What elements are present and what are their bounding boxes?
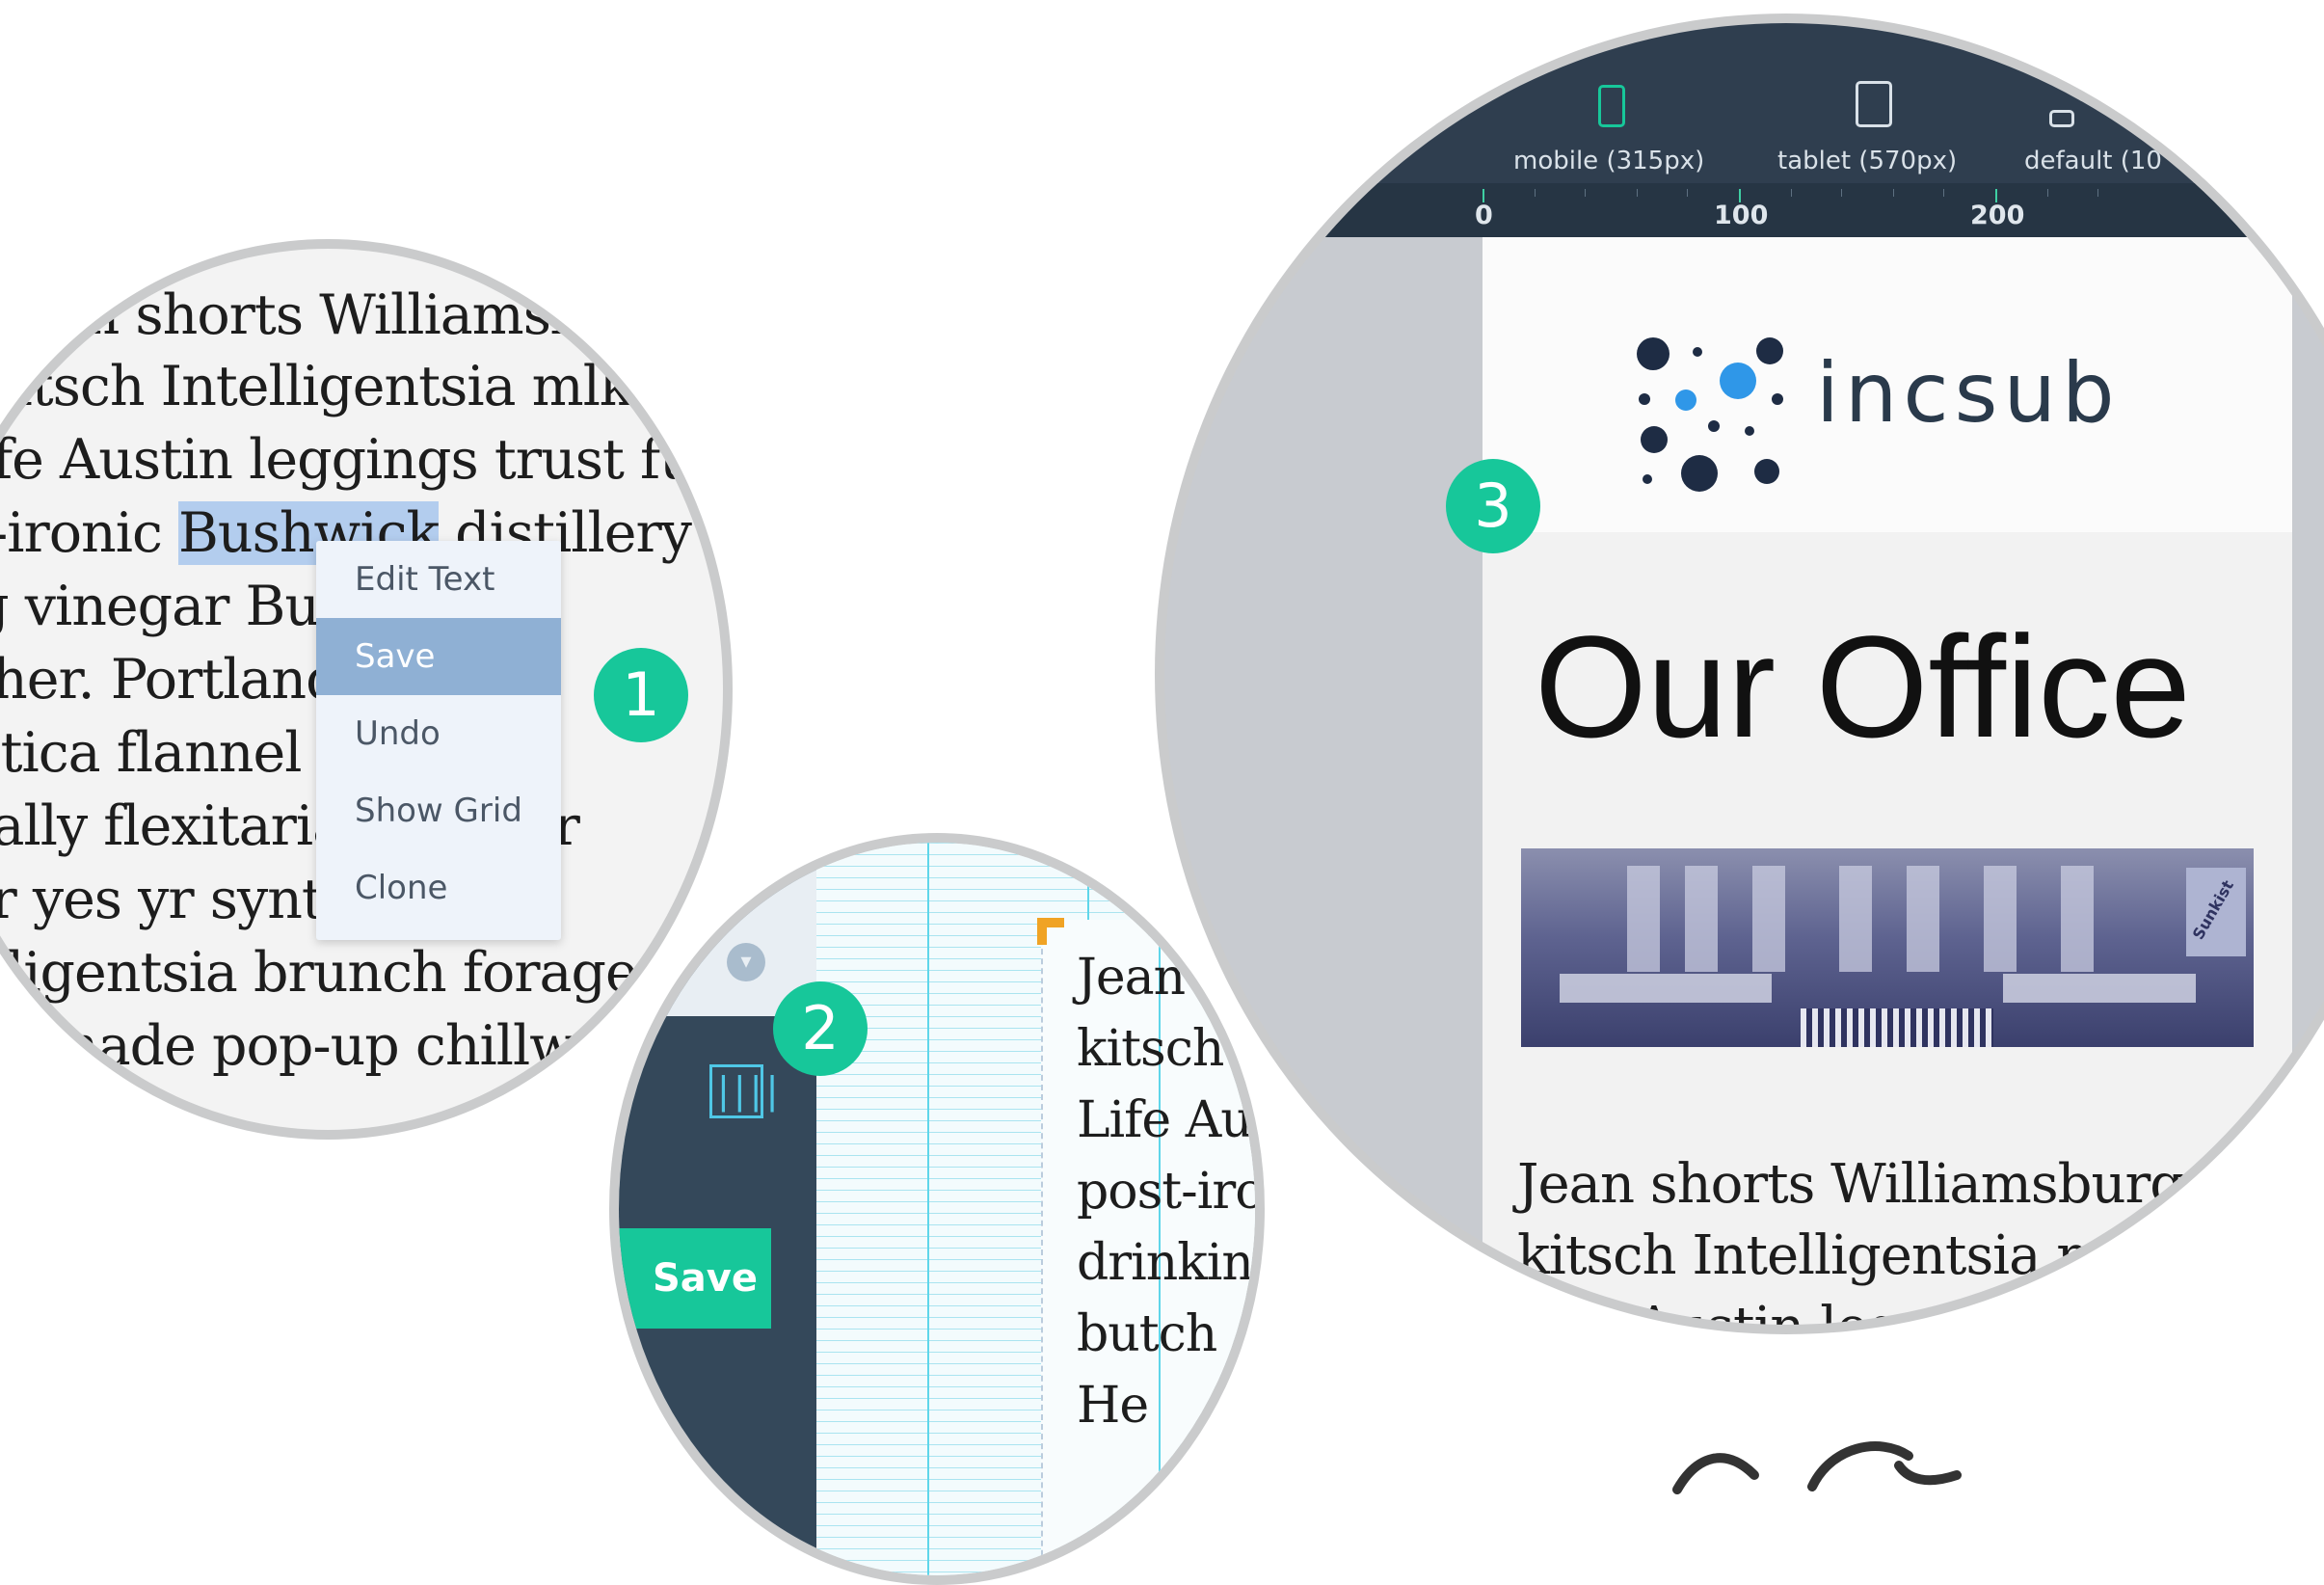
tablet-icon[interactable] [1856, 81, 1892, 127]
ruler-label: 100 [1714, 201, 1769, 230]
editor-line: Jean shorts Williamsburg [0, 283, 680, 347]
sidebar-header: ▾ [619, 843, 816, 1016]
editor-line: Life Austin leggings trust fund [0, 428, 729, 492]
desktop-icon[interactable] [2049, 110, 2074, 127]
chevron-down-icon[interactable]: ▾ [727, 943, 765, 981]
grid-column-line [927, 843, 929, 1575]
ruler-minor-tick [1841, 189, 1842, 197]
step-badge-2: 2 [773, 981, 868, 1076]
menu-item-save[interactable]: Save [316, 618, 561, 695]
menu-item-undo[interactable]: Undo [316, 695, 561, 772]
content-line: Jean s [1077, 949, 1225, 1007]
resize-handle-icon[interactable] [1037, 918, 1064, 945]
editor-line: readymade pop-up chillwave [0, 1014, 670, 1078]
ruler-minor-tick [2097, 189, 2098, 197]
ruler-minor-tick [1893, 189, 1894, 197]
step-badge-1: 1 [594, 648, 688, 742]
menu-item-clone[interactable]: Clone [316, 849, 561, 927]
menu-item-show-grid[interactable]: Show Grid [316, 772, 561, 849]
editor-sidebar: ▾ |||| Save [619, 843, 816, 1575]
photo-sign: Sunkist [2186, 868, 2246, 956]
ruler-minor-tick [1535, 189, 1536, 197]
mobile-icon[interactable] [1598, 85, 1625, 127]
decorative-scribble [1672, 1441, 1962, 1494]
preview-zoom-circle: mobile (315px) tablet (570px) default (1… [1155, 13, 2324, 1334]
editor-line: butcher. Portland [0, 648, 341, 712]
grid-zoom-circle: Jean s kitsch I Life Aus post-iro drinki… [609, 833, 1265, 1585]
editor-line-text: post-ironic [0, 501, 163, 565]
context-menu: Edit Text Save Undo Show Grid Clone [316, 541, 561, 940]
menu-item-edit-text[interactable]: Edit Text [316, 541, 561, 618]
device-tablet[interactable]: tablet (570px) [1777, 147, 1957, 175]
grid-columns-icon[interactable]: |||| [709, 1064, 784, 1118]
content-line: post-iro [1077, 1163, 1265, 1221]
office-photo: Sunkist [1521, 848, 2254, 1047]
body-line: Jean shorts Williamsburg [1517, 1153, 2184, 1216]
ruler-minor-tick [1791, 189, 1792, 197]
body-line: kitsch Intelligentsia mlks [1517, 1224, 2182, 1287]
editor-line: Helvetica flannele, [0, 721, 493, 785]
content-line: kitsch I [1077, 1020, 1258, 1078]
editor-line: kitsch Intelligentsia mlkshk, [0, 355, 733, 418]
photo-sign-text: Sunkist [2188, 876, 2238, 943]
content-line: drinkin [1077, 1234, 1254, 1292]
preview-page: incsub Our Office Sunkist Jean shorts Wi… [1483, 237, 2292, 1334]
body-line: Life Austin leggi [1517, 1296, 1952, 1334]
ruler-label: 200 [1970, 201, 2025, 230]
content-line: Life Aus [1077, 1091, 1265, 1149]
content-line: butch [1077, 1305, 1217, 1363]
step-badge-3: 3 [1446, 459, 1540, 553]
page-title: Our Office [1535, 605, 2191, 767]
ruler-label: 0 [1475, 201, 1493, 230]
ruler-minor-tick [1585, 189, 1586, 197]
ruler-minor-tick [1687, 189, 1688, 197]
editor-line: mustache. [0, 1088, 221, 1140]
editor-line-text: Helvetica flannel [0, 721, 302, 785]
content-line: He [1077, 1377, 1149, 1435]
logo-text: incsub [1816, 345, 2121, 442]
save-button[interactable]: Save [619, 1228, 771, 1329]
device-mobile[interactable]: mobile (315px) [1513, 147, 1704, 175]
device-default[interactable]: default (10 [2024, 147, 2162, 175]
editor-line: Intelligentsia brunch forage [0, 941, 638, 1005]
site-header: incsub [1483, 237, 2292, 532]
ruler-minor-tick [1943, 189, 1944, 197]
ruler-minor-tick [2047, 189, 2048, 197]
ruler-minor-tick [1637, 189, 1638, 197]
